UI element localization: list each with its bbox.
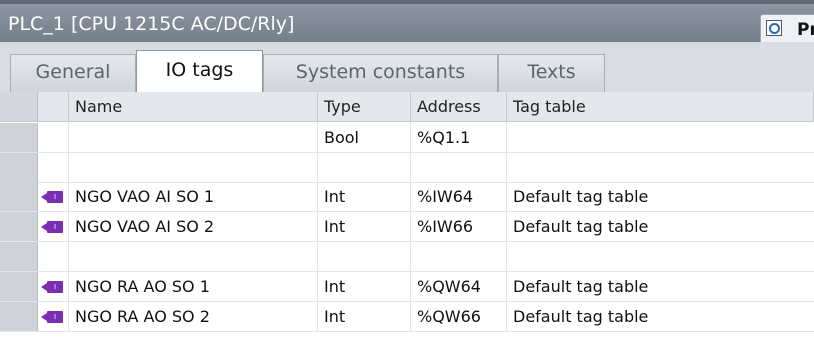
cell-address[interactable] bbox=[411, 153, 507, 182]
column-header-tag-table[interactable]: Tag table bbox=[507, 92, 814, 121]
cell-type[interactable]: Int bbox=[318, 272, 411, 301]
cell-type[interactable]: Int bbox=[318, 302, 411, 331]
properties-button-label: Pr bbox=[797, 20, 814, 40]
tag-icon-cell: I bbox=[38, 302, 69, 331]
cell-address[interactable]: %Q1.1 bbox=[411, 123, 507, 152]
cell-address[interactable]: %QW66 bbox=[411, 302, 507, 331]
cell-name[interactable]: NGO VAO AI SO 1 bbox=[69, 182, 318, 211]
inspector-title-bar: PLC_1 [CPU 1215C AC/DC/Rly] Pr bbox=[0, 0, 814, 46]
tab-system-constants[interactable]: System constants bbox=[263, 54, 498, 92]
cell-type[interactable]: Int bbox=[318, 182, 411, 211]
table-header-row: Name Type Address Tag table bbox=[0, 92, 814, 122]
tag-icon-cell bbox=[38, 153, 69, 182]
table-row[interactable]: I NGO RA AO SO 1 Int %QW64 Default tag table bbox=[0, 272, 814, 302]
cell-tag-table[interactable]: Default tag table bbox=[507, 182, 814, 211]
tag-input-icon: I bbox=[41, 281, 65, 293]
tab-io-tags[interactable]: IO tags bbox=[136, 50, 263, 93]
cell-tag-table[interactable] bbox=[507, 123, 814, 152]
table-row[interactable] bbox=[0, 153, 814, 183]
cell-type[interactable]: Int bbox=[318, 212, 411, 241]
icon-column-header bbox=[38, 92, 69, 121]
tag-icon-cell bbox=[38, 123, 69, 152]
tag-input-icon: I bbox=[41, 191, 65, 203]
table-row[interactable] bbox=[0, 242, 814, 272]
table-row[interactable]: I NGO RA AO SO 2 Int %QW66 Default tag table bbox=[0, 302, 814, 332]
tag-icon-cell: I bbox=[38, 212, 69, 241]
row-selector[interactable] bbox=[0, 212, 38, 241]
cell-address[interactable]: %QW64 bbox=[411, 272, 507, 301]
table-row[interactable]: I NGO VAO AI SO 1 Int %IW64 Default tag tabl… bbox=[0, 182, 814, 212]
table-row[interactable]: Bool %Q1.1 bbox=[0, 123, 814, 153]
row-selector[interactable] bbox=[0, 153, 38, 182]
cell-tag-table[interactable] bbox=[507, 153, 814, 182]
tab-strip: General IO tags System constants Texts bbox=[0, 42, 814, 93]
row-selector[interactable] bbox=[0, 272, 38, 301]
row-selector[interactable] bbox=[0, 302, 38, 331]
table-row[interactable]: I NGO VAO AI SO 2 Int %IW66 Default tag tabl… bbox=[0, 212, 814, 242]
row-selector-header[interactable] bbox=[0, 92, 38, 121]
cell-name[interactable] bbox=[69, 242, 318, 271]
window-title: PLC_1 [CPU 1215C AC/DC/Rly] bbox=[8, 13, 295, 35]
tab-general[interactable]: General bbox=[10, 54, 136, 92]
cell-tag-table[interactable]: Default tag table bbox=[507, 302, 814, 331]
column-header-name[interactable]: Name bbox=[69, 92, 318, 121]
cell-name[interactable]: NGO RA AO SO 1 bbox=[69, 272, 318, 301]
cell-address[interactable] bbox=[411, 242, 507, 271]
column-header-address[interactable]: Address bbox=[411, 92, 507, 121]
cell-address[interactable]: %IW66 bbox=[411, 212, 507, 241]
cell-type[interactable] bbox=[318, 242, 411, 271]
cell-name[interactable]: NGO VAO AI SO 2 bbox=[69, 212, 318, 241]
tag-icon-cell bbox=[38, 242, 69, 271]
cell-tag-table[interactable]: Default tag table bbox=[507, 212, 814, 241]
row-selector[interactable] bbox=[0, 182, 38, 211]
properties-magnifier-icon bbox=[766, 20, 782, 36]
tag-input-icon: I bbox=[41, 221, 65, 233]
cell-type[interactable]: Bool bbox=[318, 123, 411, 152]
row-selector[interactable] bbox=[0, 123, 38, 152]
cell-tag-table[interactable] bbox=[507, 242, 814, 271]
tag-icon-cell: I bbox=[38, 272, 69, 301]
tab-texts[interactable]: Texts bbox=[498, 54, 605, 92]
cell-address[interactable]: %IW64 bbox=[411, 182, 507, 211]
tag-icon-cell: I bbox=[38, 182, 69, 211]
cell-type[interactable] bbox=[318, 153, 411, 182]
cell-name[interactable] bbox=[69, 153, 318, 182]
cell-name[interactable]: NGO RA AO SO 2 bbox=[69, 302, 318, 331]
cell-name[interactable] bbox=[69, 123, 318, 152]
tag-input-icon: I bbox=[41, 311, 65, 323]
cell-tag-table[interactable]: Default tag table bbox=[507, 272, 814, 301]
column-header-type[interactable]: Type bbox=[318, 92, 411, 121]
row-selector[interactable] bbox=[0, 242, 38, 271]
